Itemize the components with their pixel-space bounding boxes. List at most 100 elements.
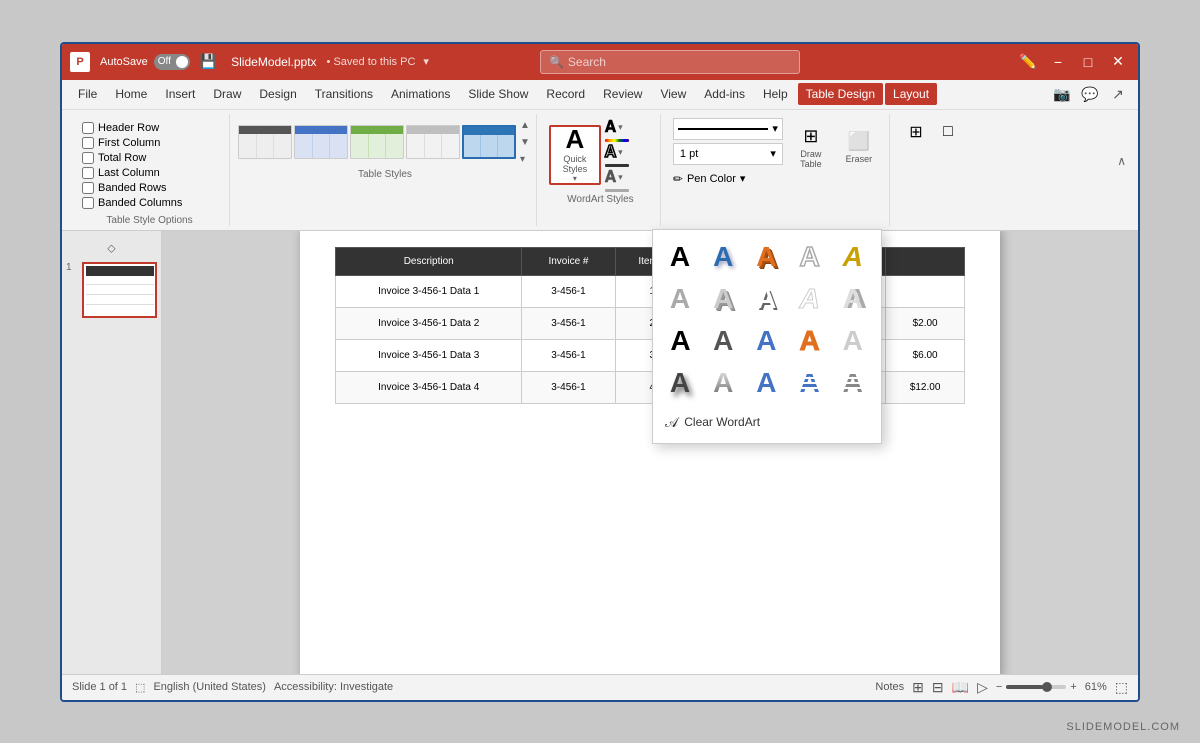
wordart-item-16[interactable]: A	[661, 364, 699, 402]
wordart-item-17[interactable]: A	[704, 364, 742, 402]
styles-scroll-down[interactable]: ▼	[518, 135, 532, 150]
total-row-checkbox[interactable]	[82, 152, 94, 164]
table-style-5[interactable]	[462, 125, 516, 159]
slide-options-btn[interactable]: ⬦	[66, 239, 157, 258]
wordart-text-fill-dropdown[interactable]: ▾	[618, 122, 623, 133]
menu-review[interactable]: Review	[595, 83, 650, 105]
banded-columns-option[interactable]: Banded Columns	[82, 197, 217, 209]
wordart-A-btn[interactable]: 𝐀	[605, 119, 616, 137]
total-row-option[interactable]: Total Row	[82, 152, 217, 164]
table-style-4[interactable]	[406, 125, 460, 159]
menu-transitions[interactable]: Transitions	[307, 83, 381, 105]
wordart-item-20[interactable]: A	[834, 364, 872, 402]
wordart-item-2[interactable]: A	[704, 238, 742, 276]
menu-file[interactable]: File	[70, 83, 105, 105]
first-column-checkbox[interactable]	[82, 137, 94, 149]
wordart-item-4[interactable]: A	[791, 238, 829, 276]
wordart-item-11[interactable]: A	[661, 322, 699, 360]
close-button[interactable]: ✕	[1106, 50, 1130, 74]
menu-layout[interactable]: Layout	[885, 83, 937, 105]
zoom-out-btn[interactable]: −	[996, 681, 1002, 693]
menu-tabledesign[interactable]: Table Design	[798, 83, 883, 105]
clear-wordart-btn[interactable]: 𝒜 Clear WordArt	[661, 410, 873, 435]
saved-dropdown-icon[interactable]: ▾	[423, 55, 429, 68]
header-row-checkbox[interactable]	[82, 122, 94, 134]
minimize-button[interactable]: −	[1046, 50, 1070, 74]
wordart-item-9[interactable]: A	[791, 280, 829, 318]
menu-help[interactable]: Help	[755, 83, 796, 105]
wordart-item-1[interactable]: A	[661, 238, 699, 276]
pen-color-dropdown[interactable]: ▾	[740, 172, 746, 185]
reading-view-icon[interactable]: 📖	[952, 679, 969, 696]
pen-icon[interactable]: ✏️	[1016, 50, 1040, 74]
normal-view-icon[interactable]: ⊞	[912, 679, 924, 696]
pen-weight-selector[interactable]: 1 pt ▾	[673, 143, 783, 165]
zoom-slider[interactable]	[1006, 685, 1066, 689]
draw-table-button[interactable]: ⊞ Draw Table	[789, 118, 833, 178]
last-column-option[interactable]: Last Column	[82, 167, 217, 179]
wordart-item-6[interactable]: A	[661, 280, 699, 318]
wordart-item-5[interactable]: A	[834, 238, 872, 276]
border-outside-btn[interactable]: □	[934, 118, 962, 146]
save-icon[interactable]: 💾	[200, 53, 217, 70]
menu-view[interactable]: View	[652, 83, 694, 105]
menu-draw[interactable]: Draw	[205, 83, 249, 105]
wordart-outline-btn[interactable]: 𝐀	[605, 144, 616, 162]
wordart-effects-btn[interactable]: 𝐀	[605, 169, 616, 187]
camera-icon[interactable]: 📷	[1050, 82, 1074, 106]
banded-columns-checkbox[interactable]	[82, 197, 94, 209]
autosave-toggle[interactable]: Off	[154, 54, 190, 70]
styles-scroll-up[interactable]: ▲	[518, 118, 532, 133]
menu-insert[interactable]: Insert	[157, 83, 203, 105]
banded-rows-option[interactable]: Banded Rows	[82, 182, 217, 194]
wordart-item-12[interactable]: A	[704, 322, 742, 360]
zoom-in-btn[interactable]: +	[1070, 681, 1076, 693]
menu-design[interactable]: Design	[251, 83, 304, 105]
border-all-btn[interactable]: ⊞	[902, 118, 930, 146]
share-icon[interactable]: ↗	[1106, 82, 1130, 106]
table-style-3[interactable]	[350, 125, 404, 159]
pen-line-dropdown[interactable]: ▾	[772, 122, 778, 135]
pen-line-style[interactable]: ▾	[673, 118, 783, 140]
maximize-button[interactable]: □	[1076, 50, 1100, 74]
wordart-item-14[interactable]: A	[791, 322, 829, 360]
search-input[interactable]	[568, 55, 791, 69]
wordart-item-19[interactable]: A	[791, 364, 829, 402]
pen-color-btn[interactable]: ✏ Pen Color ▾	[673, 168, 783, 190]
pen-weight-dropdown[interactable]: ▾	[770, 147, 776, 160]
wordart-item-15[interactable]: A	[834, 322, 872, 360]
table-style-1[interactable]	[238, 125, 292, 159]
header-row-option[interactable]: Header Row	[82, 122, 217, 134]
notes-button[interactable]: Notes	[875, 681, 904, 693]
fit-slide-btn[interactable]: ⬚	[1115, 679, 1128, 696]
banded-rows-checkbox[interactable]	[82, 182, 94, 194]
accessibility-info[interactable]: Accessibility: Investigate	[274, 681, 393, 693]
wordart-item-7[interactable]: A	[704, 280, 742, 318]
wordart-item-13[interactable]: A	[747, 322, 785, 360]
wordart-outline-dropdown[interactable]: ▾	[618, 147, 623, 158]
menu-record[interactable]: Record	[538, 83, 593, 105]
eraser-button[interactable]: ⬜ Eraser	[837, 118, 881, 178]
table-style-2[interactable]	[294, 125, 348, 159]
comment-icon[interactable]: 💬	[1078, 82, 1102, 106]
menu-animations[interactable]: Animations	[383, 83, 458, 105]
slideshow-icon[interactable]: ▷	[977, 679, 988, 696]
styles-expand[interactable]: ▾	[518, 152, 532, 167]
search-box[interactable]: 🔍	[540, 50, 800, 74]
slide-1-thumbnail[interactable]	[82, 262, 157, 318]
wordart-item-3[interactable]: A	[747, 238, 785, 276]
last-column-checkbox[interactable]	[82, 167, 94, 179]
menu-addins[interactable]: Add-ins	[696, 83, 753, 105]
slide-canvas[interactable]: Description Invoice # Item # Qty Invoice…	[300, 231, 1000, 674]
slide-sorter-icon[interactable]: ⊟	[932, 679, 944, 696]
menu-slideshow[interactable]: Slide Show	[460, 83, 536, 105]
wordart-effects-dropdown[interactable]: ▾	[618, 172, 623, 183]
first-column-option[interactable]: First Column	[82, 137, 217, 149]
menu-home[interactable]: Home	[107, 83, 155, 105]
wordart-item-18[interactable]: A	[747, 364, 785, 402]
quick-styles-button[interactable]: A Quick Styles ▾	[549, 125, 601, 185]
wordart-item-8[interactable]: A	[747, 280, 785, 318]
ribbon-collapse-btn[interactable]: ∧	[1117, 154, 1126, 168]
wordart-item-10[interactable]: A	[834, 280, 872, 318]
slide-fit-icon[interactable]: ⬚	[135, 681, 145, 694]
